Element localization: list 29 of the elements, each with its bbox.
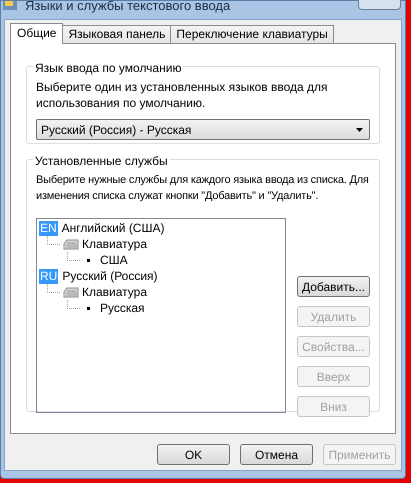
- language-dropdown[interactable]: Русский (Россия) - Русская: [36, 119, 370, 140]
- tree-connector: [47, 284, 60, 293]
- language-badge: EN: [39, 220, 58, 236]
- dialog-button[interactable]: Отмена: [240, 444, 313, 465]
- bullet-icon: [87, 306, 90, 310]
- tree-item[interactable]: Клавиатура: [82, 235, 147, 253]
- language-badge: RU: [39, 268, 58, 284]
- bullet-icon: [87, 258, 90, 262]
- tree-item[interactable]: Английский (США): [62, 219, 164, 237]
- window-title: Языки и службы текстового ввода: [25, 0, 230, 16]
- dropdown-arrow-icon: [356, 128, 363, 132]
- tree-item[interactable]: Русская: [100, 299, 145, 317]
- tree-item[interactable]: Клавиатура: [82, 283, 147, 301]
- tab[interactable]: Языковая панель: [62, 25, 172, 43]
- keyboard-icon: [63, 238, 79, 250]
- dialog-button[interactable]: OK: [157, 444, 230, 465]
- tree-item[interactable]: Русский (Россия): [62, 267, 158, 285]
- tab[interactable]: Переключение клавиатуры: [170, 25, 334, 43]
- tab[interactable]: Общие: [10, 23, 64, 44]
- tree-connector: [67, 252, 80, 261]
- keyboard-icon: [63, 286, 79, 298]
- tree-connector: [67, 300, 80, 309]
- services-tree[interactable]: EN Английский (США) Клавиатура США RU Русский (Россия) Клавиатура Русская: [36, 218, 286, 413]
- tree-item[interactable]: США: [100, 251, 128, 269]
- description-text: Выберите один из установленных языков ввода для использования по умолчанию.: [36, 79, 329, 111]
- description-text: Выберите нужные службы для каждого языка ввода из списка. Для изменения списка служат кнопки "Добавить" и "Удалить".: [36, 173, 370, 204]
- tree-connector: [47, 236, 60, 245]
- dialog-button[interactable]: Добавить...: [297, 276, 370, 297]
- window-icon: [1, 1, 19, 11]
